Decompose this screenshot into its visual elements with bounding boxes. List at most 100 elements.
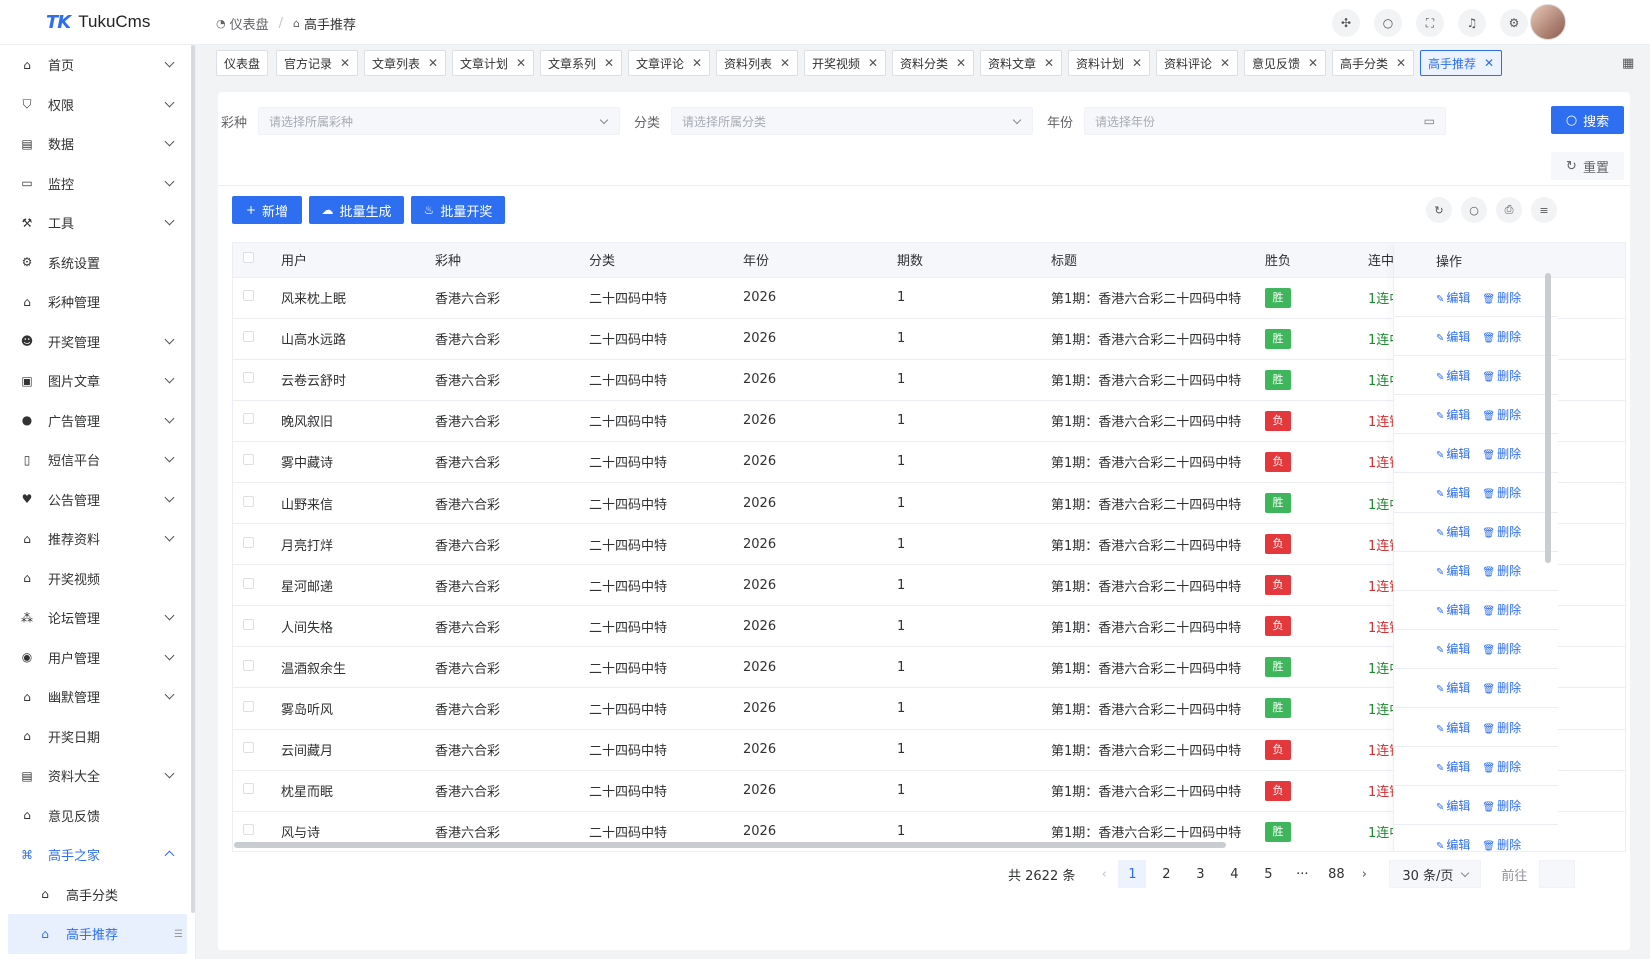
row-checkbox[interactable] [243,700,254,712]
delete-button[interactable]: 🗑 删除 [1482,640,1521,657]
row-checkbox[interactable] [243,413,254,425]
next-page-icon[interactable]: › [1353,867,1375,882]
tab-feedback[interactable]: 意见反馈 ✕ [1244,50,1327,76]
close-icon[interactable]: ✕ [1220,56,1230,70]
sidebar-item-draw-dates[interactable]: ⌂ 开奖日期 [0,717,195,757]
close-icon[interactable]: ✕ [340,56,350,70]
edit-button[interactable]: ✎ 编辑 [1436,445,1470,462]
edit-button[interactable]: ✎ 编辑 [1436,523,1470,540]
sidebar-item-tools[interactable]: ⚒ 工具 [0,203,195,243]
sidebar-item-humor[interactable]: ⌂ 幽默管理 [0,677,195,717]
select-all-checkbox[interactable] [243,252,254,264]
delete-button[interactable]: 🗑 删除 [1482,836,1521,851]
tab-article-plan[interactable]: 文章计划 ✕ [452,50,535,76]
tab-expert-category[interactable]: 高手分类 ✕ [1332,50,1415,76]
column-header[interactable]: 用户 [271,243,425,278]
sidebar-item-ads[interactable]: ● 广告管理 [0,401,195,441]
sidebar-scrollbar[interactable] [191,45,195,913]
sidebar-item-home[interactable]: ⌂ 首页 [0,45,195,85]
page-size-select[interactable]: 30 条/页 [1389,860,1482,888]
delete-button[interactable]: 🗑 删除 [1482,719,1521,736]
row-checkbox[interactable] [243,372,254,384]
edit-button[interactable]: ✎ 编辑 [1436,797,1470,814]
row-checkbox[interactable] [243,290,254,302]
table-vertical-scrollbar[interactable] [1545,273,1551,563]
edit-button[interactable]: ✎ 编辑 [1436,679,1470,696]
edit-button[interactable]: ✎ 编辑 [1436,367,1470,384]
row-checkbox[interactable] [243,495,254,507]
close-icon[interactable]: ✕ [1484,56,1494,70]
close-icon[interactable]: ✕ [956,56,966,70]
refresh-icon[interactable]: ↻ [1426,197,1452,223]
tab-article-comments[interactable]: 文章评论 ✕ [628,50,711,76]
column-header[interactable]: 分类 [579,243,733,278]
add-button[interactable]: + 新增 [232,196,302,224]
search-button[interactable]: ○ 搜索 [1551,106,1624,134]
edit-button[interactable]: ✎ 编辑 [1436,562,1470,579]
sidebar-item-feedback[interactable]: ⌂ 意见反馈 [0,796,195,836]
close-icon[interactable]: ✕ [1132,56,1142,70]
sidebar-item-data[interactable]: ▤ 数据 [0,124,195,164]
year-picker[interactable]: 请选择年份 ▭ [1084,107,1446,135]
tab-official-records[interactable]: 官方记录 ✕ [276,50,359,76]
edit-button[interactable]: ✎ 编辑 [1436,640,1470,657]
delete-button[interactable]: 🗑 删除 [1482,328,1521,345]
goto-page-input[interactable] [1539,860,1576,888]
row-checkbox[interactable] [243,331,254,343]
edit-button[interactable]: ✎ 编辑 [1436,719,1470,736]
delete-button[interactable]: 🗑 删除 [1482,562,1521,579]
column-header[interactable]: 连中 [1358,243,1398,278]
tab-draw-video[interactable]: 开奖视频 ✕ [804,50,887,76]
sidebar-item-image-articles[interactable]: ▣ 图片文章 [0,361,195,401]
sidebar-item-recommend[interactable]: ⌂ 推荐资料 [0,519,195,559]
close-icon[interactable]: ✕ [428,56,438,70]
tab-material-category[interactable]: 资料分类 ✕ [892,50,975,76]
row-checkbox[interactable] [243,454,254,466]
grid-menu-icon[interactable]: ▦ [1622,56,1634,71]
delete-button[interactable]: 🗑 删除 [1482,445,1521,462]
tab-article-list[interactable]: 文章列表 ✕ [364,50,447,76]
breadcrumb-item[interactable]: 仪表盘 [230,14,269,33]
row-checkbox[interactable] [243,577,254,589]
sidebar-item-forum[interactable]: ⁂ 论坛管理 [0,598,195,638]
edit-button[interactable]: ✎ 编辑 [1436,406,1470,423]
close-icon[interactable]: ✕ [1396,56,1406,70]
batch-draw-button[interactable]: ♨ 批量开奖 [411,196,505,224]
row-checkbox[interactable] [243,536,254,548]
sidebar-item-lottery-manage[interactable]: ⌂ 彩种管理 [0,282,195,322]
batch-generate-button[interactable]: ☁ 批量生成 [309,196,404,224]
tab-expert-recommend[interactable]: 高手推荐 ✕ [1420,50,1503,76]
edit-button[interactable]: ✎ 编辑 [1436,484,1470,501]
columns-icon[interactable]: ≡ [1531,197,1557,223]
delete-button[interactable]: 🗑 删除 [1482,523,1521,540]
edit-button[interactable]: ✎ 编辑 [1436,758,1470,775]
sidebar-item-expert-category[interactable]: ⌂ 高手分类 [0,875,195,915]
translate-icon[interactable]: ✣ [1332,9,1360,37]
prev-page-icon[interactable]: ‹ [1093,867,1115,882]
tab-article-series[interactable]: 文章系列 ✕ [540,50,623,76]
tab-dashboard[interactable]: 仪表盘 [216,50,269,76]
avatar[interactable] [1530,4,1566,40]
page-button[interactable]: 2 [1152,860,1180,888]
close-icon[interactable]: ✕ [516,56,526,70]
edit-button[interactable]: ✎ 编辑 [1436,328,1470,345]
sidebar-item-sms[interactable]: ▯ 短信平台 [0,440,195,480]
column-header[interactable]: 标题 [1041,243,1255,278]
delete-button[interactable]: 🗑 删除 [1482,367,1521,384]
fullscreen-icon[interactable]: ⛶ [1416,9,1444,37]
reset-button[interactable]: ↻ 重置 [1551,152,1624,180]
print-icon[interactable]: ⎙ [1496,197,1522,223]
sidebar-item-experts-home[interactable]: ⌘ 高手之家 [0,835,195,875]
delete-button[interactable]: 🗑 删除 [1482,679,1521,696]
sidebar-item-draw-video[interactable]: ⌂ 开奖视频 [0,559,195,599]
column-header[interactable]: 彩种 [425,243,579,278]
column-header[interactable]: 期数 [887,243,1041,278]
row-checkbox[interactable] [243,824,254,836]
delete-button[interactable]: 🗑 删除 [1482,484,1521,501]
bell-icon[interactable]: ♫ [1458,9,1486,37]
edit-button[interactable]: ✎ 编辑 [1436,289,1470,306]
sidebar-item-permission[interactable]: ⛉ 权限 [0,85,195,125]
delete-button[interactable]: 🗑 删除 [1482,601,1521,618]
page-button[interactable]: 3 [1186,860,1214,888]
row-checkbox[interactable] [243,783,254,795]
